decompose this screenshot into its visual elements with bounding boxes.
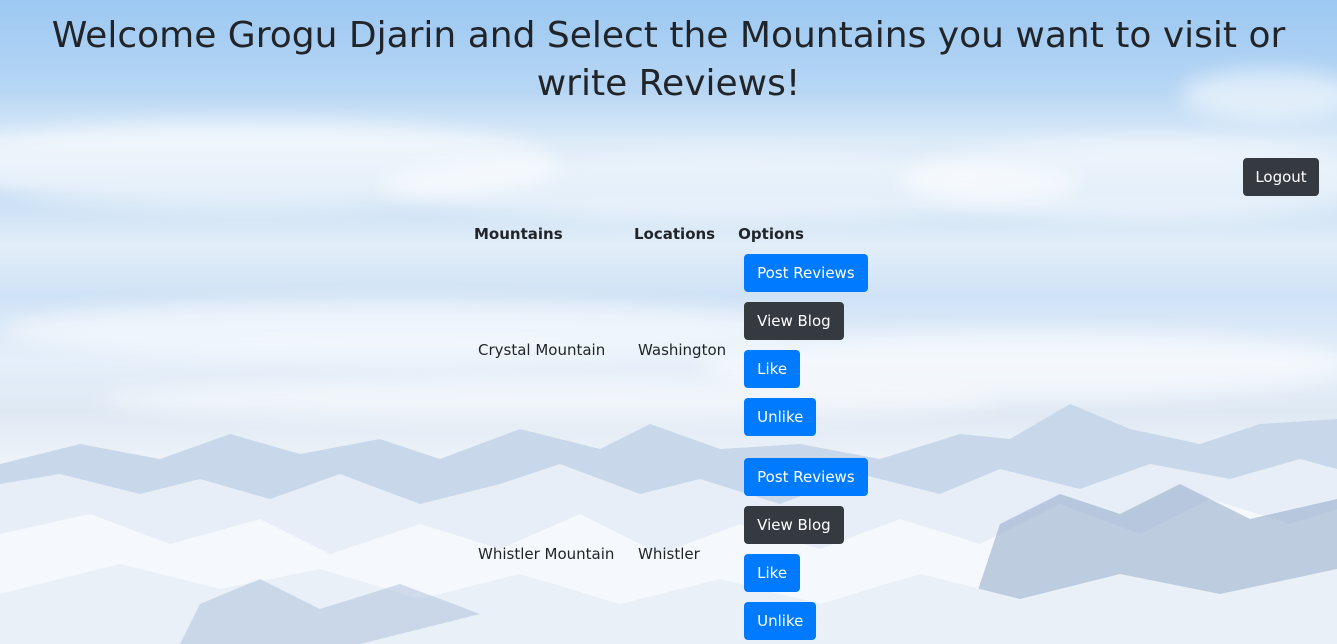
table-row: Whistler Mountain Whistler Post Reviews … — [470, 452, 878, 644]
mountain-location: Whistler — [638, 545, 700, 563]
options-cell: Post Reviews View Blog Like Unlike — [734, 452, 878, 644]
table-row: Crystal Mountain Washington Post Reviews… — [470, 248, 878, 452]
like-button[interactable]: Like — [744, 554, 801, 592]
column-header-locations: Locations — [634, 225, 716, 243]
mountain-name: Whistler Mountain — [478, 545, 615, 563]
options-cell: Post Reviews View Blog Like Unlike — [734, 248, 878, 452]
view-blog-button[interactable]: View Blog — [744, 302, 844, 340]
mountain-name: Crystal Mountain — [478, 341, 606, 359]
mountain-location: Washington — [638, 341, 727, 359]
mountains-table: Mountains Locations Options Crystal Moun… — [470, 220, 878, 644]
post-reviews-button[interactable]: Post Reviews — [744, 254, 868, 292]
page-title: Welcome Grogu Djarin and Select the Moun… — [51, 15, 1286, 104]
unlike-button[interactable]: Unlike — [744, 602, 817, 640]
unlike-button[interactable]: Unlike — [744, 398, 817, 436]
column-header-mountains: Mountains — [474, 225, 563, 243]
table-header-row: Mountains Locations Options — [470, 220, 878, 248]
like-button[interactable]: Like — [744, 350, 801, 388]
column-header-options: Options — [738, 225, 804, 243]
logout-button[interactable]: Logout — [1243, 158, 1319, 196]
view-blog-button[interactable]: View Blog — [744, 506, 844, 544]
post-reviews-button[interactable]: Post Reviews — [744, 458, 868, 496]
